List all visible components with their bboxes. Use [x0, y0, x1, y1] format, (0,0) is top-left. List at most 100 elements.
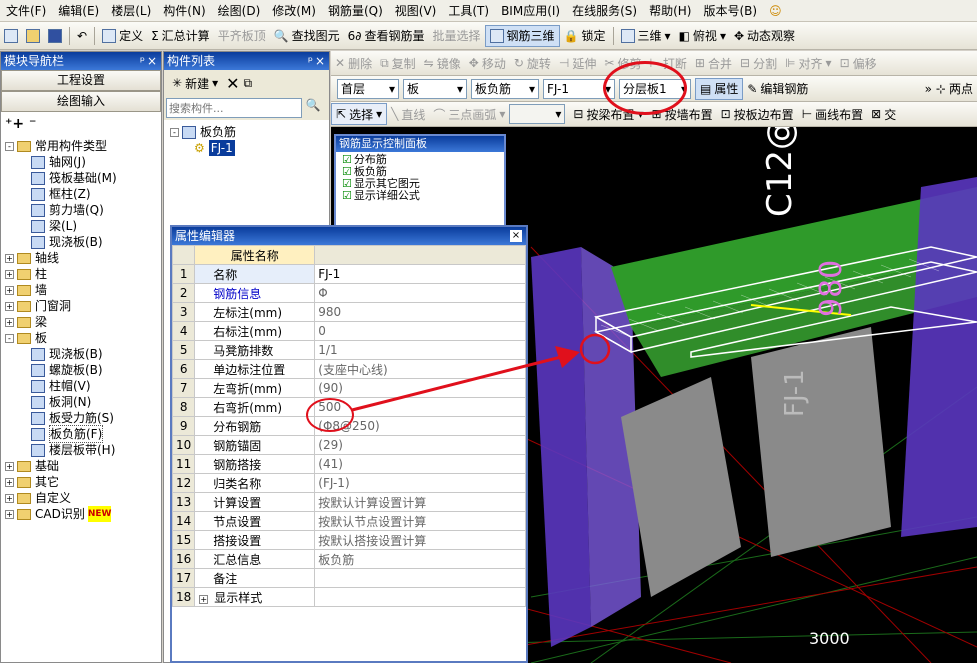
tree-node[interactable]: + 墙: [5, 282, 161, 298]
new-file-button[interactable]: [0, 25, 22, 47]
tree-node[interactable]: 梁(L): [5, 218, 161, 234]
menu-item[interactable]: 构件(N): [157, 2, 211, 19]
prop-row[interactable]: 1 名称 FJ-1: [171, 264, 526, 284]
expand-icon[interactable]: +: [5, 269, 14, 279]
collapse-all-icon[interactable]: ⁻: [29, 116, 36, 132]
flat-top-button[interactable]: 平齐板顶: [214, 25, 270, 47]
prop-value[interactable]: (29): [314, 435, 526, 455]
prop-row[interactable]: 3 左标注(mm) 980: [171, 302, 526, 322]
menu-item[interactable]: 工具(T): [442, 2, 495, 19]
prop-row[interactable]: 12 归类名称 (FJ-1): [171, 473, 526, 493]
collapse-icon[interactable]: -: [5, 333, 14, 343]
save-button[interactable]: [44, 25, 66, 47]
two-points-button[interactable]: ⊹ 两点: [932, 78, 977, 100]
split-button[interactable]: ⊟ 分割: [736, 52, 781, 74]
search-input[interactable]: [166, 98, 302, 118]
tree-node[interactable]: 框柱(Z): [5, 186, 161, 202]
rotate-button[interactable]: ↻ 旋转: [510, 52, 555, 74]
tree-node[interactable]: + 梁: [5, 314, 161, 330]
expand-icon[interactable]: +: [5, 301, 14, 311]
topview-button[interactable]: ◧ 俯视 ▾: [675, 25, 730, 47]
tree-node[interactable]: 剪力墙(Q): [5, 202, 161, 218]
tree-node[interactable]: 楼层板带(H): [5, 442, 161, 458]
find-button[interactable]: 🔍 查找图元: [270, 25, 344, 47]
prop-row[interactable]: 17 备注: [171, 568, 526, 588]
menu-item[interactable]: 在线服务(S): [566, 2, 643, 19]
collapse-icon[interactable]: -: [5, 141, 14, 151]
cross-button[interactable]: ⊠ 交: [867, 103, 900, 125]
draw-input-button[interactable]: 绘图输入: [1, 91, 161, 112]
slab-edge-button[interactable]: ⊡ 按板边布置: [717, 103, 798, 125]
prop-value[interactable]: 按默认搭接设置计算: [314, 530, 526, 550]
dynamic-button[interactable]: ✥ 动态观察: [730, 25, 799, 47]
tree-node[interactable]: + 基础: [5, 458, 161, 474]
pin-icon[interactable]: ᵖ: [308, 52, 313, 70]
expand-all-icon[interactable]: ⁺+: [5, 116, 24, 132]
prop-row[interactable]: 13 计算设置 按默认计算设置计算: [171, 492, 526, 512]
edit-rebar-button[interactable]: ✎ 编辑钢筋: [743, 78, 812, 100]
merge-button[interactable]: ⊞ 合并: [691, 52, 736, 74]
arc-button[interactable]: ⌒ 三点画弧 ▾: [429, 103, 509, 125]
smiley-icon[interactable]: ☺: [763, 4, 788, 18]
tree-node[interactable]: + 轴线: [5, 250, 161, 266]
delete-button[interactable]: ✕ 删除: [331, 52, 376, 74]
line-button[interactable]: ╲ 直线: [387, 103, 429, 125]
menu-item[interactable]: 文件(F): [0, 2, 52, 19]
tree-node[interactable]: 现浇板(B): [5, 346, 161, 362]
delete-icon[interactable]: ✕: [226, 74, 239, 93]
tree-node[interactable]: 轴网(J): [5, 154, 161, 170]
project-settings-button[interactable]: 工程设置: [1, 70, 161, 91]
tree-node[interactable]: 柱帽(V): [5, 378, 161, 394]
tree-node[interactable]: 筏板基础(M): [5, 170, 161, 186]
view3d-button[interactable]: 三维 ▾: [617, 25, 675, 47]
mirror-button[interactable]: ⇋ 镜像: [420, 52, 465, 74]
prop-row[interactable]: 14 节点设置 按默认节点设置计算: [171, 511, 526, 531]
expand-icon[interactable]: +: [199, 594, 209, 604]
property-button[interactable]: ▤ 属性: [695, 77, 744, 100]
tree-node[interactable]: + 门窗洞: [5, 298, 161, 314]
menu-item[interactable]: 钢筋量(Q): [322, 2, 389, 19]
move-button[interactable]: ✥ 移动: [465, 52, 510, 74]
tree-node[interactable]: + 自定义: [5, 490, 161, 506]
tree-node[interactable]: + CAD识别 NEW: [5, 506, 161, 522]
align-button[interactable]: ⊫ 对齐 ▾: [781, 52, 836, 74]
offset-button[interactable]: ⊡ 偏移: [836, 52, 881, 74]
checkbox-icon[interactable]: ☑: [342, 189, 352, 202]
expand-icon[interactable]: +: [5, 477, 14, 487]
menu-item[interactable]: 帮助(H): [643, 2, 697, 19]
batch-select-button[interactable]: 批量选择: [429, 25, 485, 47]
copy-icon[interactable]: ⧉: [244, 76, 253, 91]
search-icon[interactable]: 🔍: [302, 98, 324, 118]
prop-row[interactable]: 2 钢筋信息 Φ: [171, 283, 526, 303]
close-icon[interactable]: ×: [147, 52, 157, 70]
tree-node[interactable]: - 常用构件类型: [5, 138, 161, 154]
tree-node[interactable]: -板: [5, 330, 161, 346]
expand-icon[interactable]: +: [5, 509, 14, 519]
prop-value[interactable]: 按默认计算设置计算: [314, 492, 526, 512]
menu-item[interactable]: 版本号(B): [697, 2, 763, 19]
prop-value[interactable]: 按默认节点设置计算: [314, 511, 526, 531]
expand-icon[interactable]: +: [5, 253, 14, 263]
prop-row[interactable]: 16 汇总信息 板负筋: [171, 549, 526, 569]
define-button[interactable]: 定义: [98, 25, 147, 47]
open-button[interactable]: [22, 25, 44, 47]
tree-group[interactable]: - 板负筋: [170, 124, 323, 140]
tree-node[interactable]: 板负筋(F): [5, 425, 161, 443]
close-icon[interactable]: ×: [315, 52, 325, 70]
prop-row[interactable]: 18 + 显示样式: [171, 587, 526, 607]
pin-icon[interactable]: ᵖ: [140, 52, 145, 70]
prop-value[interactable]: Φ: [314, 283, 526, 303]
floor-select[interactable]: 首层 ▾: [337, 78, 399, 99]
menu-item[interactable]: 修改(M): [266, 2, 322, 19]
type-select[interactable]: 板 ▾: [403, 78, 467, 99]
line-layout-button[interactable]: ⊢ 画线布置: [798, 103, 867, 125]
extend-button[interactable]: ⊣ 延伸: [555, 52, 600, 74]
menu-item[interactable]: 编辑(E): [52, 2, 105, 19]
prop-value[interactable]: (FJ-1): [314, 473, 526, 493]
rebar-option[interactable]: ☑ 显示详细公式: [342, 190, 498, 202]
select-button[interactable]: ⇱ 选择 ▾: [331, 103, 388, 125]
lock-button[interactable]: 🔒 锁定: [560, 25, 610, 47]
tree-node[interactable]: 板洞(N): [5, 394, 161, 410]
prop-value[interactable]: [314, 587, 526, 607]
prop-row[interactable]: 15 搭接设置 按默认搭接设置计算: [171, 530, 526, 550]
